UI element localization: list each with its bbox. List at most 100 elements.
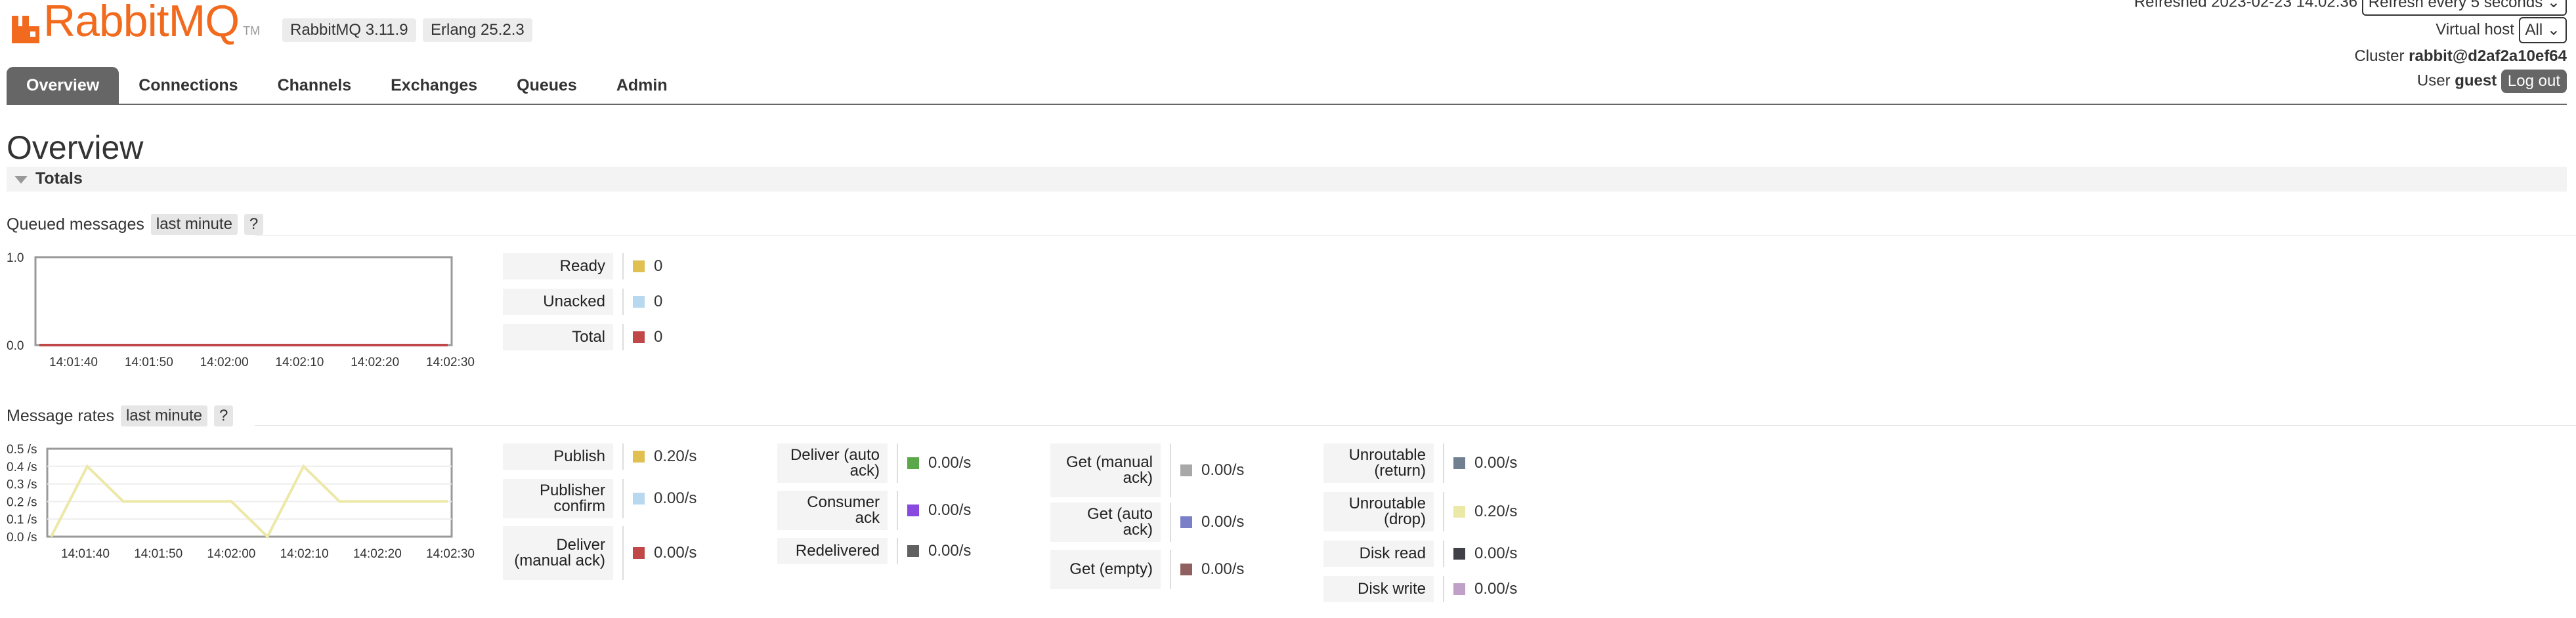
x-tick-label: 14:01:50	[134, 547, 182, 561]
chart-plot-area	[46, 447, 453, 538]
legend-label-unacked: Unacked	[503, 289, 613, 315]
user-row: User guest Log out	[2417, 70, 2567, 93]
legend-value-consumer-ack: 0.00/s	[907, 491, 971, 530]
legend-label-publish: Publish	[503, 443, 613, 470]
rates-legend-col-3: Get (manual ack) 0.00/s Get (auto ack) 0…	[1050, 443, 1244, 589]
y-tick-label: 0.5 /s	[7, 443, 37, 457]
rates-help-button[interactable]: ?	[214, 405, 234, 426]
legend-label-unroutable-drop: Unroutable (drop)	[1323, 492, 1434, 531]
rabbitmq-logo[interactable]: RabbitMQ TM	[12, 0, 260, 43]
legend-divider	[1170, 550, 1171, 589]
legend-divider	[897, 443, 898, 483]
swatch-unroutable-return	[1453, 457, 1465, 469]
legend-label-redelivered: Redelivered	[777, 538, 888, 564]
queued-messages-header: Queued messages last minute ?	[7, 214, 264, 235]
legend-label-get-manual-ack: Get (manual ack)	[1050, 443, 1161, 497]
legend-label-deliver-manual-ack: Deliver (manual ack)	[503, 526, 613, 580]
swatch-get-empty	[1180, 564, 1192, 575]
x-tick-label: 14:02:00	[200, 356, 249, 369]
rates-legend-col-2: Deliver (auto ack) 0.00/s Consumer ack 0…	[777, 443, 971, 564]
queued-messages-legend: Ready 0 Unacked 0 Total 0	[503, 253, 700, 350]
refresh-interval-select[interactable]: Refresh every 5 seconds ⌄	[2361, 0, 2567, 16]
x-tick-label: 14:02:20	[351, 356, 399, 369]
legend-divider	[622, 324, 624, 350]
erlang-version-badge: Erlang 25.2.3	[423, 18, 532, 42]
legend-label-deliver-auto-ack: Deliver (auto ack)	[777, 443, 888, 483]
rates-legend-col-4: Unroutable (return) 0.00/s Unroutable (d…	[1323, 443, 1517, 602]
legend-value-publish: 0.20/s	[633, 443, 697, 470]
section-divider	[255, 425, 2576, 426]
legend-label-consumer-ack: Consumer ack	[777, 491, 888, 530]
virtual-host-select[interactable]: All ⌄	[2518, 17, 2567, 43]
queued-help-button[interactable]: ?	[244, 214, 264, 235]
legend-divider	[897, 538, 898, 564]
message-rates-header: Message rates last minute ?	[7, 405, 234, 426]
section-divider	[255, 235, 2576, 236]
y-tick-label: 0.4 /s	[7, 461, 37, 474]
logout-button[interactable]: Log out	[2501, 70, 2567, 93]
x-tick-label: 14:02:30	[426, 356, 475, 369]
triangle-down-icon	[14, 176, 28, 184]
legend-value-deliver-manual-ack: 0.00/s	[633, 526, 697, 580]
legend-divider	[622, 443, 624, 470]
main-nav-tabs: Overview Connections Channels Exchanges …	[7, 67, 687, 104]
legend-value-deliver-auto-ack: 0.00/s	[907, 443, 971, 483]
swatch-total	[633, 331, 645, 343]
legend-divider	[1170, 443, 1171, 497]
legend-divider	[1170, 503, 1171, 542]
legend-label-unroutable-return: Unroutable (return)	[1323, 443, 1434, 483]
legend-value-total: 0	[633, 324, 662, 350]
logo-trademark: TM	[243, 24, 261, 37]
swatch-disk-write	[1453, 583, 1465, 595]
cluster-label: Cluster	[2354, 47, 2405, 65]
legend-value-unroutable-drop: 0.20/s	[1453, 492, 1517, 531]
tab-channels[interactable]: Channels	[258, 67, 372, 104]
user-name: guest	[2455, 72, 2497, 90]
swatch-get-auto-ack	[1180, 516, 1192, 528]
legend-label-publisher-confirm: Publisher confirm	[503, 479, 613, 518]
tab-divider	[7, 104, 2567, 105]
message-rates-chart: 0.5 /s 0.4 /s 0.3 /s 0.2 /s 0.1 /s 0.0 /s 14:0…	[0, 436, 486, 570]
y-tick-label: 0.0 /s	[7, 531, 37, 545]
legend-value-redelivered: 0.00/s	[907, 538, 971, 564]
swatch-get-manual-ack	[1180, 464, 1192, 476]
tab-overview[interactable]: Overview	[7, 67, 119, 104]
tab-queues[interactable]: Queues	[497, 67, 597, 104]
swatch-unacked	[633, 296, 645, 308]
swatch-consumer-ack	[907, 505, 919, 516]
swatch-redelivered	[907, 545, 919, 557]
x-tick-label: 14:02:00	[207, 547, 255, 561]
queued-messages-label: Queued messages	[7, 215, 144, 234]
chevron-down-icon: ⌄	[2546, 0, 2560, 11]
chevron-down-icon: ⌄	[2546, 21, 2560, 39]
x-tick-label: 14:02:30	[426, 547, 475, 561]
totals-section-toggle[interactable]: Totals	[7, 167, 2567, 192]
y-tick-label: 1.0	[7, 251, 24, 265]
legend-divider	[897, 491, 898, 530]
legend-divider	[622, 289, 624, 315]
logo-text: RabbitMQ	[43, 0, 240, 46]
legend-value-publisher-confirm: 0.00/s	[633, 479, 697, 518]
legend-label-ready: Ready	[503, 253, 613, 279]
swatch-deliver-auto-ack	[907, 457, 919, 469]
totals-label: Totals	[35, 169, 83, 188]
rates-legend-col-1: Publish 0.20/s Publisher confirm 0.00/s …	[503, 443, 697, 580]
legend-value-unroutable-return: 0.00/s	[1453, 443, 1517, 483]
user-label: User	[2416, 72, 2451, 90]
rates-period-button[interactable]: last minute	[120, 405, 208, 426]
tab-exchanges[interactable]: Exchanges	[371, 67, 497, 104]
legend-label-disk-read: Disk read	[1323, 541, 1434, 567]
legend-divider	[1443, 492, 1444, 531]
tab-admin[interactable]: Admin	[597, 67, 687, 104]
queued-period-button[interactable]: last minute	[150, 214, 238, 235]
legend-divider	[622, 479, 624, 518]
legend-divider	[1443, 443, 1444, 483]
swatch-deliver-manual-ack	[633, 547, 645, 559]
tab-connections[interactable]: Connections	[119, 67, 257, 104]
legend-value-get-empty: 0.00/s	[1180, 550, 1244, 589]
legend-value-get-manual-ack: 0.00/s	[1180, 443, 1244, 497]
swatch-unroutable-drop	[1453, 506, 1465, 518]
y-tick-label: 0.2 /s	[7, 495, 37, 509]
cluster-name: rabbit@d2af2a10ef64	[2409, 47, 2567, 65]
x-tick-label: 14:01:50	[125, 356, 173, 369]
